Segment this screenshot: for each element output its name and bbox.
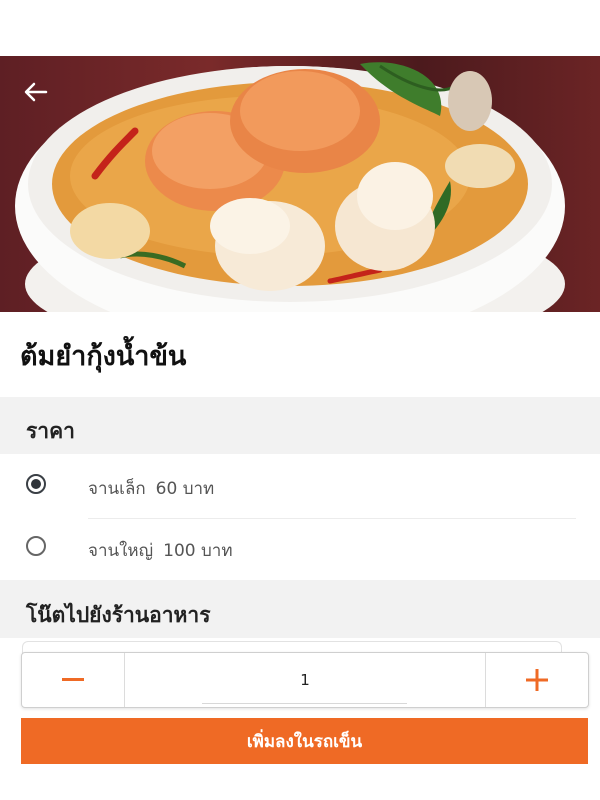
soup-illustration bbox=[15, 62, 565, 312]
quantity-stepper: 1 bbox=[21, 652, 589, 708]
add-to-cart-button[interactable]: เพิ่มลงในรถเข็น bbox=[21, 718, 588, 764]
price-option-label: จานใหญ่ 100 บาท bbox=[88, 537, 233, 564]
price-section-header: ราคา bbox=[0, 397, 600, 454]
price-option-label: จานเล็ก 60 บาท bbox=[88, 475, 214, 502]
minus-icon bbox=[62, 678, 84, 681]
quantity-value[interactable]: 1 bbox=[125, 653, 485, 707]
price-option-small[interactable]: จานเล็ก 60 บาท bbox=[0, 455, 600, 515]
dish-image bbox=[0, 56, 600, 312]
decrease-quantity-button[interactable] bbox=[22, 653, 125, 707]
arrow-left-icon bbox=[24, 82, 48, 102]
option-price: 100 บาท bbox=[163, 541, 233, 561]
increase-quantity-button[interactable] bbox=[485, 653, 588, 707]
note-section-title: โน๊ตไปยังร้านอาหาร bbox=[26, 603, 211, 627]
back-button[interactable] bbox=[20, 78, 52, 106]
radio-selected-icon[interactable] bbox=[26, 474, 46, 494]
price-section-title: ราคา bbox=[26, 419, 75, 443]
dish-title: ต้มยำกุ้งน้ำข้น bbox=[20, 341, 187, 372]
option-size: จานใหญ่ bbox=[88, 541, 154, 561]
option-price: 60 บาท bbox=[155, 479, 215, 499]
radio-unselected-icon[interactable] bbox=[26, 536, 46, 556]
note-section-header: โน๊ตไปยังร้านอาหาร bbox=[0, 580, 600, 638]
plus-icon bbox=[526, 669, 548, 691]
quantity-underline bbox=[202, 703, 407, 704]
price-option-large[interactable]: จานใหญ่ 100 บาท bbox=[0, 518, 600, 578]
option-size: จานเล็ก bbox=[88, 479, 146, 499]
